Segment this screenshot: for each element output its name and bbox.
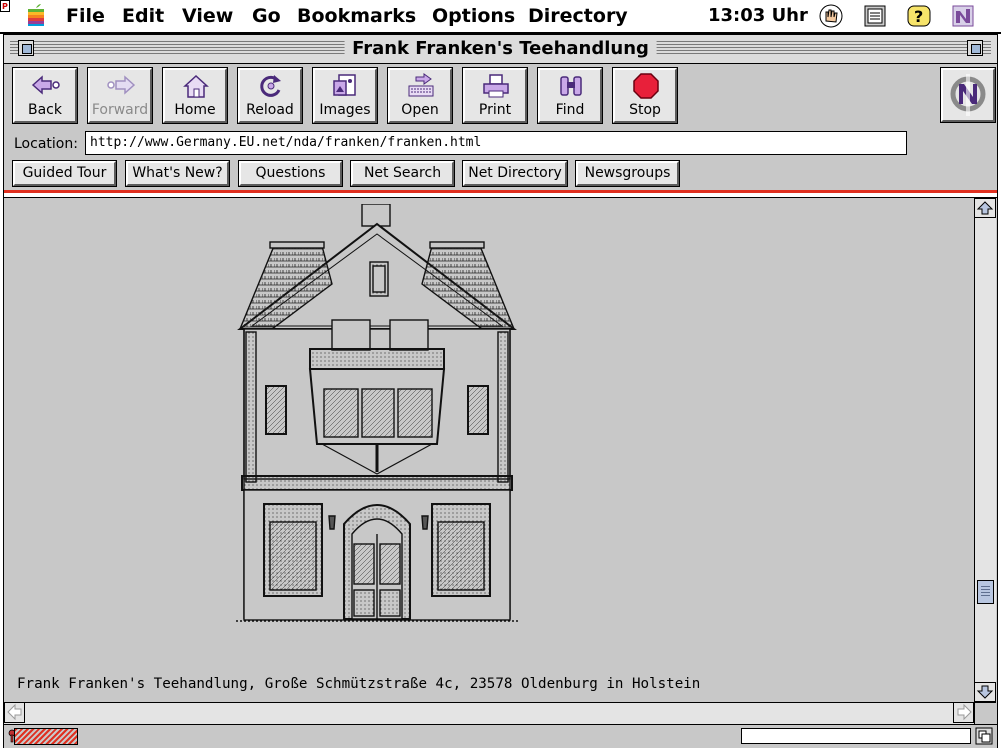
title-bar[interactable]: Frank Franken's Teehandlung [4,35,997,64]
netscape-logo-icon [950,74,986,116]
pin-icon: P [0,0,10,12]
home-button-label: Home [174,102,216,118]
left-arrow-icon [7,703,22,721]
newsgroups-button[interactable]: Newsgroups [575,160,680,187]
binoculars-icon [560,76,582,96]
balloon-help-hand-icon[interactable] [818,3,844,29]
down-arrow-icon [976,685,994,699]
print-button[interactable]: Print [462,67,528,124]
menu-edit[interactable]: Edit [122,4,164,28]
find-button-label: Find [555,102,585,118]
back-button-label: Back [28,102,62,118]
vertical-scroll-thumb[interactable] [977,580,994,604]
menu-options[interactable]: Options [432,4,515,28]
images-button[interactable]: Images [312,67,378,124]
forward-arrow-icon [107,75,136,95]
status-progress-field [741,728,971,744]
scroll-up-arrow[interactable] [975,198,996,218]
scroll-right-arrow[interactable] [953,703,974,723]
menubar-clock[interactable]: 13:03 Uhr [708,4,808,28]
zoom-box-icon[interactable] [967,40,983,56]
menu-file[interactable]: File [66,4,105,28]
net-search-button[interactable]: Net Search [350,160,455,187]
back-arrow-icon [31,75,60,95]
svg-text:P: P [2,2,8,11]
page-caption: Frank Franken's Teehandlung, Große Schmü… [17,676,701,692]
net-directory-button[interactable]: Net Directory [462,160,568,187]
printer-icon [483,74,509,98]
menu-view[interactable]: View [182,4,233,28]
horizontal-scrollbar[interactable] [4,702,974,724]
window-title: Frank Franken's Teehandlung [344,38,657,60]
help-menu-icon[interactable]: ? [906,3,932,29]
print-button-label: Print [478,102,512,118]
menu-bookmarks[interactable]: Bookmarks [297,4,416,28]
forward-button-label: Forward [91,102,149,118]
up-arrow-icon [976,201,994,215]
close-box-icon[interactable] [18,40,34,56]
netscape-logo-button[interactable] [940,67,996,123]
reload-button-label: Reload [246,102,294,118]
open-button[interactable]: Open [387,67,453,124]
location-label: Location: [14,136,78,152]
tea-shop-building-image [236,204,518,622]
images-button-label: Images [319,102,371,118]
menu-go[interactable]: Go [252,4,281,28]
vertical-scrollbar[interactable] [974,198,996,702]
stop-sign-icon [633,73,659,99]
location-url-field[interactable]: http://www.Germany.EU.net/nda/franken/fr… [85,131,907,155]
status-activity-indicator [14,728,78,745]
images-icon [333,74,356,96]
application-menu-icon[interactable] [862,3,888,29]
forward-button[interactable]: Forward [87,67,153,124]
right-arrow-icon [957,703,972,721]
stop-button-label: Stop [629,102,661,118]
whats-new-button[interactable]: What's New? [125,160,230,187]
browser-window: Frank Franken's Teehandlung Back Forward… [3,34,998,748]
reload-icon [260,75,281,97]
reload-button[interactable]: Reload [237,67,303,124]
questions-button[interactable]: Questions [238,160,343,187]
resize-grip-icon[interactable] [975,727,993,745]
home-button[interactable]: Home [162,67,228,124]
status-bar [4,724,997,748]
open-button-label: Open [401,102,439,118]
back-button[interactable]: Back [12,67,78,124]
home-icon [183,74,209,98]
netscape-app-icon[interactable] [950,3,976,29]
stop-button[interactable]: Stop [612,67,678,124]
apple-menu-icon[interactable] [26,3,46,27]
scrollbar-corner [974,702,996,724]
menu-bar: P File Edit View Go Bookmarks Options Di… [0,0,1001,34]
scroll-down-arrow[interactable] [975,682,996,702]
open-icon [408,73,434,97]
scroll-left-arrow[interactable] [4,703,25,723]
svg-text:?: ? [914,7,923,26]
guided-tour-button[interactable]: Guided Tour [12,160,117,187]
page-content: Frank Franken's Teehandlung, Große Schmü… [4,198,974,702]
menu-directory[interactable]: Directory [528,4,628,28]
find-button[interactable]: Find [537,67,603,124]
